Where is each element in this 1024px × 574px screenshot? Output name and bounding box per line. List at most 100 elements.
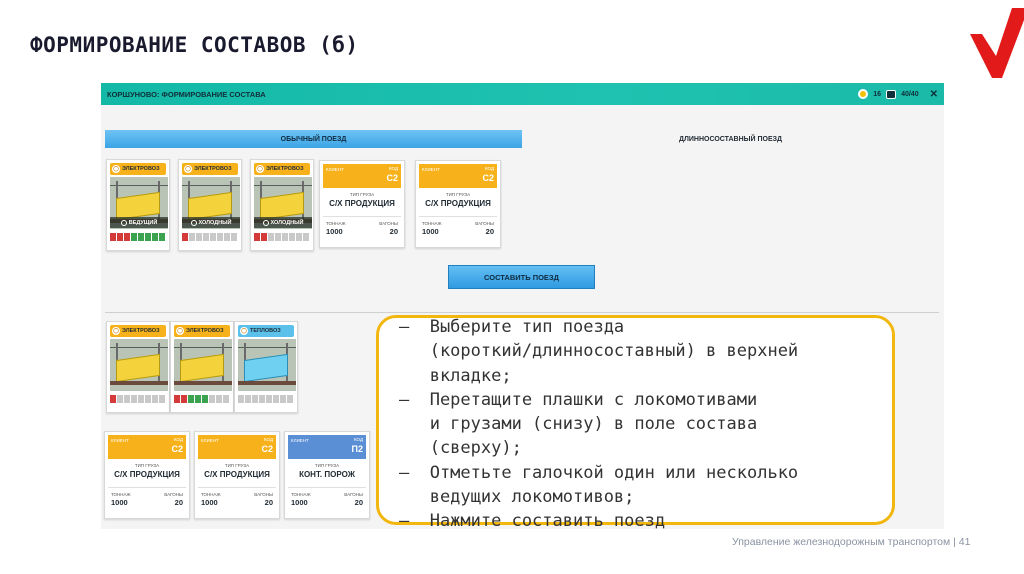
condition-bar — [181, 395, 187, 403]
condition-bar — [252, 395, 258, 403]
locomotive-card[interactable]: ◯ ТЕПЛОВОЗ — [234, 321, 298, 413]
locomotive-type-icon: ◯ — [184, 165, 192, 173]
cargo-type: КОНТ. ПОРОЖ — [299, 470, 355, 479]
compose-train-button[interactable]: СОСТАВИТЬ ПОЕЗД — [448, 265, 595, 289]
locomotive-card[interactable]: ◯ ЭЛЕКТРОВОЗ ВЕДУЩИЙ — [106, 159, 170, 251]
tab-long-train[interactable]: ДЛИННОСОСТАВНЫЙ ПОЕЗД — [522, 130, 939, 148]
locomotive-image — [174, 339, 232, 391]
cargo-card[interactable]: КЛИЕНТ КОД С2 ТИП ГРУЗА С/Х ПРОДУКЦИЯ ТОННАЖ В… — [415, 160, 501, 248]
locomotive-card[interactable]: ◯ ЭЛЕКТРОВОЗ ХОЛОДНЫЙ — [250, 159, 314, 251]
tonnage-label: ТОННАЖ — [201, 492, 221, 497]
condition-bar — [138, 395, 144, 403]
condition-bar — [282, 233, 288, 241]
check-icon[interactable] — [190, 219, 197, 226]
tonnage-value: 1000 — [291, 498, 308, 507]
locomotive-type-icon: ◯ — [240, 327, 248, 335]
cargo-divider — [198, 487, 276, 488]
train-icon — [886, 89, 897, 99]
wagons-label: ВАГОНЫ — [254, 492, 273, 497]
condition-bar — [117, 395, 123, 403]
close-icon[interactable]: ✕ — [930, 89, 938, 100]
locomotive-card-header: ◯ ЭЛЕКТРОВОЗ — [174, 325, 230, 337]
condition-bar — [259, 395, 265, 403]
cargo-code-label: КОД — [484, 166, 494, 171]
condition-bar — [238, 395, 244, 403]
logo-icon — [970, 8, 1024, 78]
locomotive-role[interactable]: ХОЛОДНЫЙ — [254, 217, 312, 228]
wagons-label: ВАГОНЫ — [344, 492, 363, 497]
locomotive-card-header: ◯ ЭЛЕКТРОВОЗ — [254, 163, 310, 175]
cargo-stat-labels: ТОННАЖ ВАГОНЫ — [416, 221, 500, 226]
condition-bar — [174, 395, 180, 403]
condition-bar — [275, 233, 281, 241]
condition-bar — [303, 233, 309, 241]
cargo-stat-labels: ТОННАЖ ВАГОНЫ — [105, 492, 189, 497]
check-icon[interactable] — [262, 219, 269, 226]
cargo-card-header: КЛИЕНТ КОД С2 — [323, 164, 401, 188]
locomotive-card-header: ◯ ЭЛЕКТРОВОЗ — [110, 163, 166, 175]
condition-bar — [159, 233, 165, 241]
locomotive-type: ЭЛЕКТРОВОЗ — [186, 328, 224, 334]
condition-bar — [196, 233, 202, 241]
locomotive-body — [244, 353, 288, 383]
condition-bar — [261, 233, 267, 241]
tonnage-label: ТОННАЖ — [326, 221, 346, 226]
cargo-stat-values: 1000 20 — [320, 227, 404, 236]
cargo-card[interactable]: КЛИЕНТ КОД С2 ТИП ГРУЗА С/Х ПРОДУКЦИЯ ТОННАЖ В… — [104, 431, 190, 519]
condition-bar — [266, 395, 272, 403]
cargo-stat-labels: ТОННАЖ ВАГОНЫ — [195, 492, 279, 497]
locomotive-role-label: ВЕДУЩИЙ — [128, 219, 158, 226]
locomotive-image — [110, 339, 168, 391]
condition-bar — [110, 395, 116, 403]
cargo-card-header: КЛИЕНТ КОД С2 — [108, 435, 186, 459]
cargo-type-label: ТИП ГРУЗА — [134, 463, 160, 468]
locomotive-role-label: ХОЛОДНЫЙ — [270, 219, 304, 226]
cargo-card-header: КЛИЕНТ КОД П2 — [288, 435, 366, 459]
locomotive-type-icon: ◯ — [112, 327, 120, 335]
cargo-card[interactable]: КЛИЕНТ КОД С2 ТИП ГРУЗА С/Х ПРОДУКЦИЯ ТОННАЖ В… — [194, 431, 280, 519]
locomotive-card-header: ◯ ЭЛЕКТРОВОЗ — [182, 163, 238, 175]
cargo-stat-labels: ТОННАЖ ВАГОНЫ — [285, 492, 369, 497]
window-title: КОРШУНОВО: ФОРМИРОВАНИЕ СОСТАВА — [107, 89, 266, 99]
condition-bars — [174, 395, 229, 403]
cargo-card[interactable]: КЛИЕНТ КОД С2 ТИП ГРУЗА С/Х ПРОДУКЦИЯ ТОННАЖ В… — [319, 160, 405, 248]
cargo-divider — [419, 216, 497, 217]
instructions-callout: – Выберите тип поезда (короткий/длинносо… — [376, 315, 895, 531]
coin-count: 16 — [873, 90, 882, 98]
tonnage-value: 1000 — [326, 227, 343, 236]
condition-bar — [124, 395, 130, 403]
locomotive-role[interactable]: ХОЛОДНЫЙ — [182, 217, 240, 228]
locomotive-body — [116, 191, 160, 221]
locomotive-card[interactable]: ◯ ЭЛЕКТРОВОЗ — [170, 321, 234, 413]
wagons-label: ВАГОНЫ — [475, 221, 494, 226]
locomotive-card[interactable]: ◯ ЭЛЕКТРОВОЗ ХОЛОДНЫЙ — [178, 159, 242, 251]
capacity-count: 40/40 — [901, 90, 919, 98]
cargo-code-label: КОД — [388, 166, 398, 171]
locomotive-card-header: ◯ ЭЛЕКТРОВОЗ — [110, 325, 166, 337]
cargo-type-label: ТИП ГРУЗА — [349, 192, 375, 197]
condition-bar — [159, 395, 165, 403]
tonnage-label: ТОННАЖ — [111, 492, 131, 497]
rails — [110, 381, 168, 385]
locomotive-type: ЭЛЕКТРОВОЗ — [266, 166, 304, 172]
cargo-type-label: ТИП ГРУЗА — [445, 192, 471, 197]
page-title: ФОРМИРОВАНИЕ СОСТАВОВ (б) — [30, 33, 359, 57]
check-icon[interactable] — [120, 219, 127, 226]
locomotive-image — [238, 339, 296, 391]
locomotive-role[interactable]: ВЕДУЩИЙ — [110, 217, 168, 228]
condition-bar — [203, 233, 209, 241]
locomotive-body — [260, 191, 304, 221]
condition-bar — [145, 395, 151, 403]
cargo-class-label: КЛИЕНТ — [201, 438, 219, 443]
condition-bars — [110, 395, 165, 403]
wagons-label: ВАГОНЫ — [164, 492, 183, 497]
slide-footer: Управление железнодорожным транспортом |… — [732, 536, 971, 548]
cargo-card[interactable]: КЛИЕНТ КОД П2 ТИП ГРУЗА КОНТ. ПОРОЖ ТОННАЖ ВАГ… — [284, 431, 370, 519]
condition-bar — [124, 233, 130, 241]
locomotive-body — [180, 353, 224, 383]
cargo-code: П2 — [351, 444, 363, 454]
tab-regular-train[interactable]: ОБЫЧНЫЙ ПОЕЗД — [105, 130, 522, 148]
locomotive-card[interactable]: ◯ ЭЛЕКТРОВОЗ — [106, 321, 170, 413]
condition-bar — [182, 233, 188, 241]
wagons-value: 20 — [485, 227, 494, 236]
